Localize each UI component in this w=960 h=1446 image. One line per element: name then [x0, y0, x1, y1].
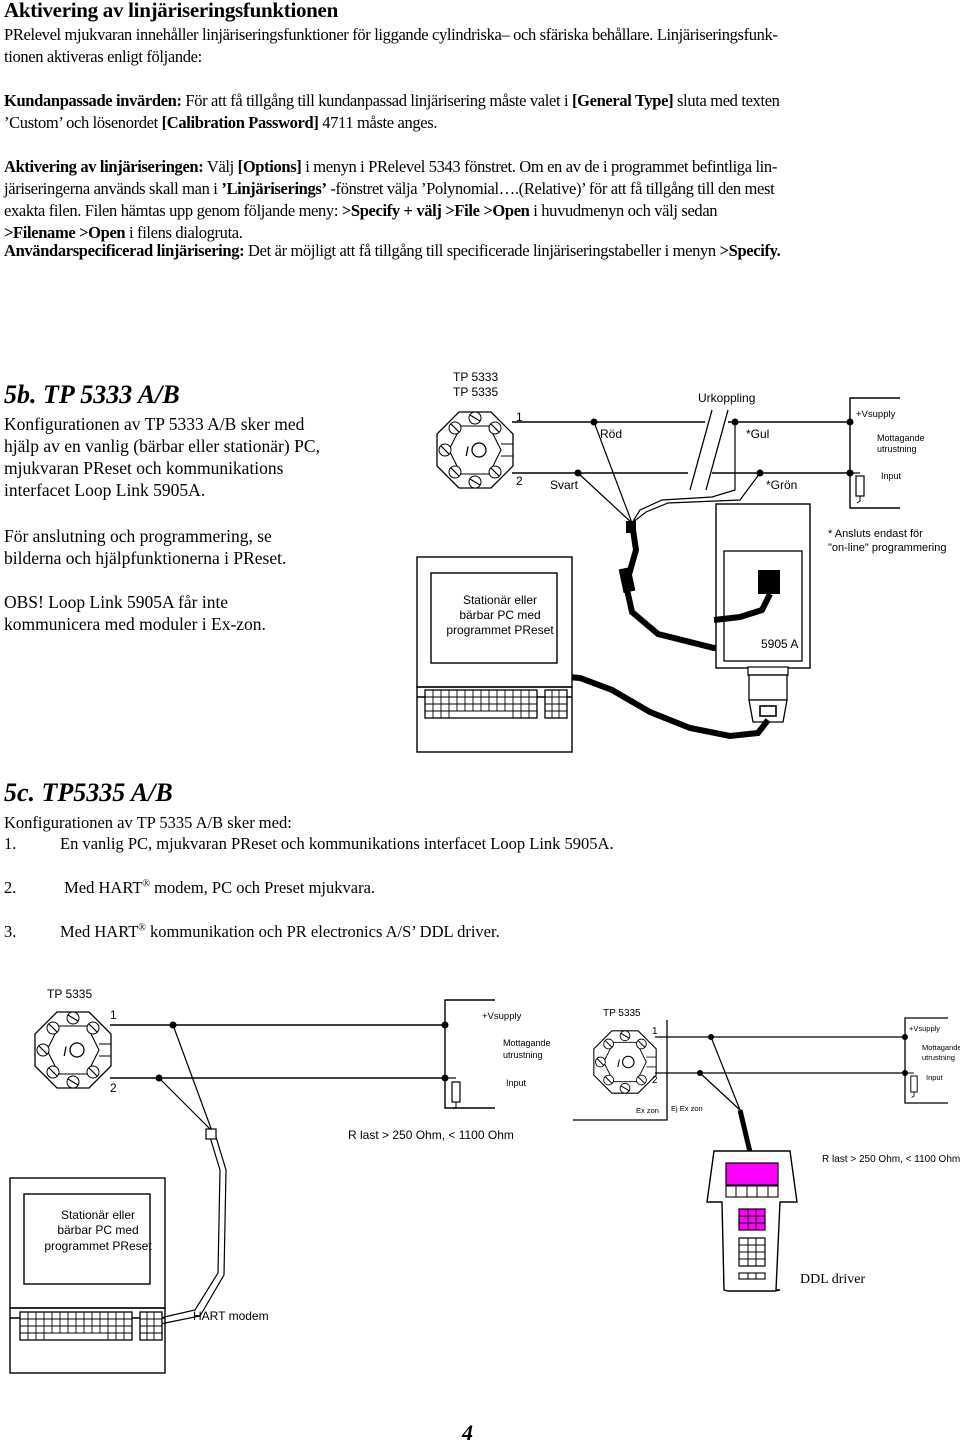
terminal-label: 2 — [110, 1081, 117, 1095]
wire-yellow-label: *Gul — [746, 427, 769, 441]
keyboard-icon — [19, 1311, 163, 1341]
input-label: Input — [881, 471, 902, 481]
ex-zone-label: Ex zon — [636, 1106, 659, 1115]
non-ex-zone-label: Ej Ex zon — [671, 1104, 703, 1113]
receiver-label: utrustning — [503, 1050, 543, 1060]
input-label: Input — [506, 1078, 527, 1088]
receiver-label: utrustning — [877, 444, 917, 454]
pc-label: bärbar PC med — [459, 608, 540, 622]
receiver-label: Mottagande — [922, 1043, 960, 1052]
device-label: TP 5333 — [453, 370, 498, 384]
transmitter-icon — [593, 1030, 657, 1094]
load-resistance-label: R last > 250 Ohm, < 1100 Ohm — [348, 1128, 514, 1142]
online-note: * Ansluts endast för — [828, 528, 923, 540]
ddl-driver-label: DDL driver — [800, 1272, 866, 1287]
diagram-5b: TP 5333 TP 5335 1 2 Urkoppling Röd Svart… — [416, 370, 946, 753]
wire-red-label: Röd — [600, 427, 622, 441]
receiver-label: Mottagande — [503, 1038, 551, 1048]
pc-label: programmet PReset — [44, 1239, 152, 1253]
wire-black-label: Svart — [550, 478, 579, 492]
receiver-label: utrustning — [922, 1053, 955, 1062]
hart-modem-label: HART modem — [193, 1309, 269, 1323]
pc-label: programmet PReset — [446, 623, 554, 637]
terminal-label: 1 — [652, 1026, 658, 1037]
pc-label: Stationär eller — [463, 593, 537, 607]
vsupply-label: +Vsupply — [482, 1011, 522, 1022]
receiver-label: Mottagande — [877, 433, 925, 443]
wire-green-label: *Grön — [766, 478, 797, 492]
vsupply-label: +Vsupply — [856, 409, 896, 420]
pc-label: bärbar PC med — [57, 1223, 138, 1237]
disconnect-label: Urkoppling — [698, 391, 755, 405]
diagram-5c-ddl-driver: TP 5335 1 2 Ex zon Ej Ex zon +Vsupply Mo… — [573, 1008, 960, 1292]
terminal-label: 1 — [110, 1008, 117, 1022]
device-label: TP 5335 — [47, 987, 92, 1001]
transmitter-icon — [436, 411, 514, 489]
loop-link-label: 5905 A — [761, 637, 798, 651]
device-label: TP 5335 — [453, 385, 498, 399]
transmitter-icon — [34, 1011, 112, 1089]
input-label: Input — [926, 1073, 944, 1082]
terminal-label: 2 — [652, 1075, 658, 1086]
pc-icon — [416, 556, 573, 753]
device-label: TP 5335 — [603, 1008, 641, 1019]
online-note: "on-line" programmering — [828, 542, 946, 554]
terminal-label: 2 — [516, 474, 523, 488]
load-resistance-label: R last > 250 Ohm, < 1100 Ohm — [822, 1154, 960, 1165]
keyboard-icon — [424, 689, 568, 719]
vsupply-label: +Vsupply — [909, 1024, 940, 1033]
wiring-diagrams: I — [9, 370, 960, 1374]
diagram-5c-hart-modem: TP 5335 1 2 +Vsupply Mottagande utrustni… — [9, 987, 551, 1374]
pc-label: Stationär eller — [61, 1208, 135, 1222]
